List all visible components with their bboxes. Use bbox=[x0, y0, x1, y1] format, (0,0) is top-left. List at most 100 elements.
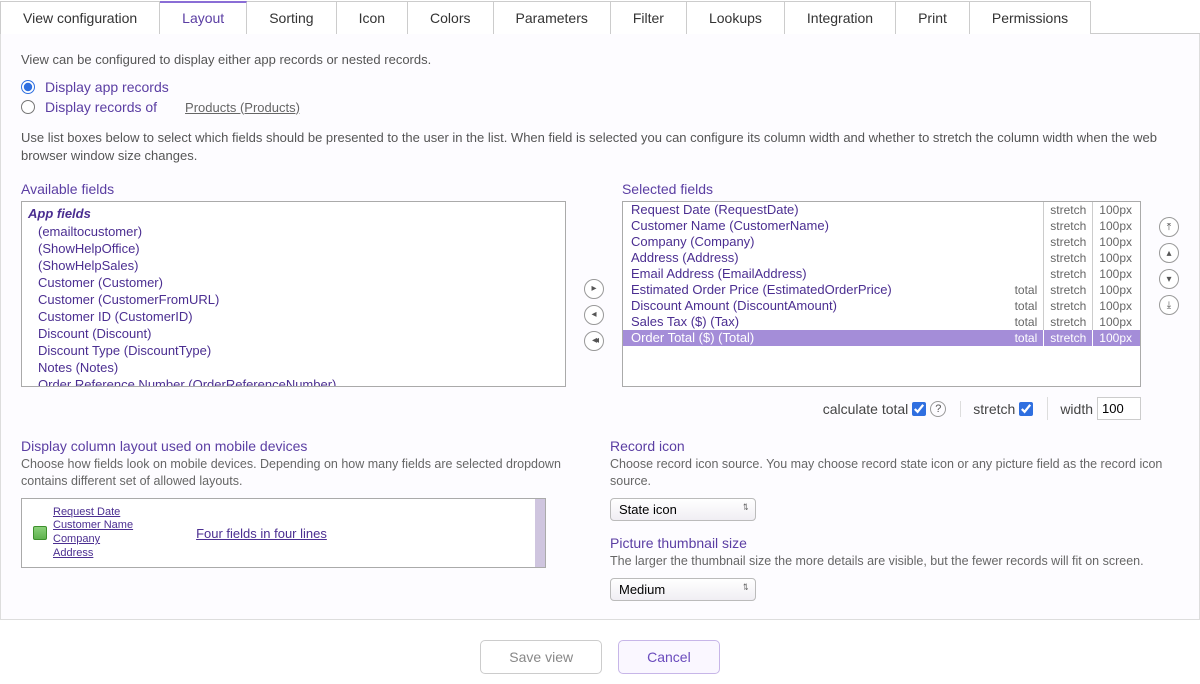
fields-hint-text: Use list boxes below to select which fie… bbox=[21, 129, 1179, 165]
bar-up-icon: ⤒ bbox=[1167, 222, 1171, 233]
total-tag: total bbox=[1015, 282, 1038, 298]
tab-permissions[interactable]: Permissions bbox=[970, 1, 1091, 34]
available-field-item[interactable]: Discount Type (DiscountType) bbox=[26, 342, 561, 359]
move-top-button[interactable]: ⤒ bbox=[1159, 217, 1179, 237]
available-fields-title: Available fields bbox=[21, 181, 566, 197]
scrollbar[interactable] bbox=[535, 499, 545, 567]
record-state-icon bbox=[33, 526, 47, 540]
selected-field-row[interactable]: Address (Address)stretch100px bbox=[623, 250, 1140, 266]
stretch-tag: stretch bbox=[1043, 330, 1086, 346]
stretch-checkbox[interactable] bbox=[1019, 402, 1033, 416]
selected-field-row[interactable]: Sales Tax ($) (Tax)totalstretch100px bbox=[623, 314, 1140, 330]
tab-lookups[interactable]: Lookups bbox=[687, 1, 785, 34]
available-fields-listbox[interactable]: App fields(emailtocustomer)(ShowHelpOffi… bbox=[21, 201, 566, 387]
width-tag: 100px bbox=[1092, 298, 1132, 314]
available-field-item[interactable]: Discount (Discount) bbox=[26, 325, 561, 342]
display-app-records-radio[interactable] bbox=[21, 80, 35, 94]
selected-field-name: Sales Tax ($) (Tax) bbox=[631, 314, 1009, 330]
available-field-item[interactable]: (ShowHelpOffice) bbox=[26, 240, 561, 257]
available-field-item[interactable]: Customer (Customer) bbox=[26, 274, 561, 291]
record-icon-title: Record icon bbox=[610, 438, 1179, 454]
save-view-button[interactable]: Save view bbox=[480, 640, 602, 674]
move-down-button[interactable]: ▾ bbox=[1159, 269, 1179, 289]
selected-field-row[interactable]: Email Address (EmailAddress) stretch 100px bbox=[623, 266, 1140, 282]
move-all-left-button[interactable]: ◂◂ bbox=[584, 331, 604, 351]
stretch-tag: stretch bbox=[1043, 234, 1086, 250]
thumbnail-size-desc: The larger the thumbnail size the more d… bbox=[610, 553, 1179, 570]
tab-print[interactable]: Print bbox=[896, 1, 970, 34]
selected-field-name: Email Address (EmailAddress) bbox=[631, 266, 1037, 282]
thumbnail-size-title: Picture thumbnail size bbox=[610, 535, 1179, 551]
mobile-layout-link[interactable]: Four fields in four lines bbox=[196, 526, 327, 541]
double-chevron-left-icon: ◂◂ bbox=[592, 335, 596, 346]
stretch-tag: stretch bbox=[1043, 218, 1086, 234]
stretch-tag: stretch bbox=[1043, 202, 1086, 218]
stretch-tag: stretch bbox=[1043, 266, 1086, 282]
selected-fields-title: Selected fields bbox=[622, 181, 1141, 197]
mobile-field-line: Request Date bbox=[53, 506, 133, 520]
tab-layout[interactable]: Layout bbox=[160, 1, 247, 34]
calculate-total-label: calculate total bbox=[823, 401, 909, 417]
move-bottom-button[interactable]: ⤓ bbox=[1159, 295, 1179, 315]
tab-filter[interactable]: Filter bbox=[611, 1, 687, 34]
intro-text: View can be configured to display either… bbox=[21, 52, 1179, 67]
available-field-item[interactable]: Customer ID (CustomerID) bbox=[26, 308, 561, 325]
tab-parameters[interactable]: Parameters bbox=[494, 1, 611, 34]
tab-sorting[interactable]: Sorting bbox=[247, 1, 336, 34]
tab-integration[interactable]: Integration bbox=[785, 1, 896, 34]
available-field-item[interactable]: (ShowHelpSales) bbox=[26, 257, 561, 274]
move-right-button[interactable]: ▸ bbox=[584, 279, 604, 299]
available-field-item[interactable]: (emailtocustomer) bbox=[26, 223, 561, 240]
bar-down-icon: ⤓ bbox=[1167, 300, 1171, 311]
mobile-layout-preview[interactable]: Request DateCustomer NameCompanyAddress … bbox=[21, 498, 546, 568]
total-tag: total bbox=[1015, 298, 1038, 314]
record-icon-select[interactable]: State icon bbox=[610, 498, 756, 521]
available-field-item[interactable]: Customer (CustomerFromURL) bbox=[26, 291, 561, 308]
selected-field-name: Address (Address) bbox=[631, 250, 1037, 266]
move-left-button[interactable]: ◂ bbox=[584, 305, 604, 325]
thumbnail-size-select[interactable]: Medium bbox=[610, 578, 756, 601]
available-field-item[interactable]: Order Reference Number (OrderReferenceNu… bbox=[26, 376, 561, 387]
width-tag: 100px bbox=[1092, 282, 1132, 298]
selected-field-row[interactable]: Discount Amount (DiscountAmount) total str… bbox=[623, 298, 1140, 314]
cancel-button[interactable]: Cancel bbox=[618, 640, 720, 674]
available-group-header: App fields bbox=[26, 204, 561, 223]
selected-field-name: Company (Company) bbox=[631, 234, 1037, 250]
tab-icon[interactable]: Icon bbox=[337, 1, 408, 34]
selected-field-name: Request Date (RequestDate) bbox=[631, 202, 1037, 218]
chevron-right-icon: ▸ bbox=[591, 283, 596, 294]
stretch-tag: stretch bbox=[1043, 298, 1086, 314]
selected-field-row[interactable]: Estimated Order Price (EstimatedOrderPri… bbox=[623, 282, 1140, 298]
width-tag: 100px bbox=[1092, 266, 1132, 282]
display-nested-records-label: Display records of bbox=[45, 99, 157, 115]
nested-records-link[interactable]: Products (Products) bbox=[185, 100, 300, 115]
total-tag: total bbox=[1015, 330, 1038, 346]
selected-field-row[interactable]: Company (Company)stretch100px bbox=[623, 234, 1140, 250]
tab-view-configuration[interactable]: View configuration bbox=[0, 1, 160, 34]
mobile-field-line: Customer Name bbox=[53, 519, 133, 533]
chevron-left-icon: ◂ bbox=[591, 309, 596, 320]
calculate-total-checkbox[interactable] bbox=[912, 402, 926, 416]
width-tag: 100px bbox=[1092, 250, 1132, 266]
move-up-button[interactable]: ▴ bbox=[1159, 243, 1179, 263]
help-icon[interactable]: ? bbox=[930, 401, 946, 417]
selected-field-row[interactable]: Request Date (RequestDate)stretch100px bbox=[623, 202, 1140, 218]
width-input[interactable] bbox=[1097, 397, 1141, 420]
display-nested-records-radio[interactable] bbox=[21, 100, 35, 114]
selected-field-row[interactable]: Customer Name (CustomerName) stretch 100px bbox=[623, 218, 1140, 234]
mobile-field-line: Company bbox=[53, 533, 133, 547]
available-field-item[interactable]: Notes (Notes) bbox=[26, 359, 561, 376]
selected-fields-listbox[interactable]: Request Date (RequestDate)stretch100pxCu… bbox=[622, 201, 1141, 387]
tab-colors[interactable]: Colors bbox=[408, 1, 493, 34]
width-label: width bbox=[1060, 401, 1093, 417]
width-tag: 100px bbox=[1092, 330, 1132, 346]
stretch-tag: stretch bbox=[1043, 282, 1086, 298]
mobile-layout-title: Display column layout used on mobile dev… bbox=[21, 438, 590, 454]
width-tag: 100px bbox=[1092, 218, 1132, 234]
mobile-layout-desc: Choose how fields look on mobile devices… bbox=[21, 456, 590, 490]
selected-field-row[interactable]: Order Total ($) (Total) total stretch 100px bbox=[623, 330, 1140, 346]
selected-field-name: Order Total ($) (Total) bbox=[631, 330, 1009, 346]
selected-field-name: Customer Name (CustomerName) bbox=[631, 218, 1037, 234]
selected-field-name: Discount Amount (DiscountAmount) bbox=[631, 298, 1009, 314]
width-tag: 100px bbox=[1092, 314, 1132, 330]
